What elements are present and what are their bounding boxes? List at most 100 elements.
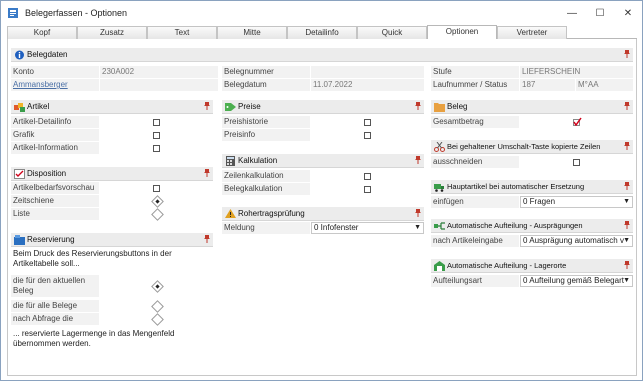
customer-name-value — [100, 79, 218, 91]
aufteilungsart-label: Aufteilungsart — [431, 275, 519, 287]
opt-alle-belege-radio[interactable] — [151, 300, 164, 313]
liste-radio[interactable] — [151, 208, 164, 221]
chevron-down-icon: ▼ — [623, 198, 630, 205]
preise-title: Preise — [238, 102, 261, 111]
belegdaten-title: Belegdaten — [27, 50, 68, 59]
reservierung-header: Reservierung — [11, 233, 213, 247]
tab-optionen[interactable]: Optionen — [427, 25, 497, 39]
pin-icon[interactable] — [204, 102, 210, 110]
pin-icon[interactable] — [624, 50, 630, 58]
truck-icon — [434, 183, 444, 192]
tab-mitte[interactable]: Mitte — [217, 26, 287, 39]
disposition-icon — [14, 168, 25, 179]
grafik-checkbox[interactable] — [153, 132, 160, 139]
gesamtbetrag-checkbox[interactable] — [573, 117, 582, 126]
preishistorie-checkbox[interactable] — [364, 119, 371, 126]
reservierung-title: Reservierung — [27, 235, 75, 244]
aufteilung-lagerorte-title: Automatische Aufteilung - Lagerorte — [447, 261, 567, 270]
opt-aktueller-beleg-label: die für den aktuellen Beleg — [11, 275, 99, 297]
belegdatum-label: Belegdatum — [222, 79, 310, 91]
liste-label: Liste — [11, 208, 99, 220]
belegkalkulation-checkbox[interactable] — [364, 186, 371, 193]
aufteilung-auspraegungen-title: Automatische Aufteilung - Ausprägungen — [447, 221, 583, 230]
tab-zusatz[interactable]: Zusatz — [77, 26, 147, 39]
hauptartikel-title: Hauptartikel bei automatischer Ersetzung — [447, 182, 585, 191]
meldung-label: Meldung — [222, 222, 310, 234]
warehouse-icon — [434, 260, 445, 271]
pin-icon[interactable] — [415, 102, 421, 110]
nach-artikeleingabe-select-value: 0 Ausprägung automatisch v — [523, 236, 624, 245]
grafik-label: Grafik — [11, 129, 99, 141]
pin-icon[interactable] — [415, 156, 421, 164]
umschalt-header: Bei gehaltener Umschalt-Taste kopierte Z… — [431, 140, 633, 154]
minimize-button[interactable]: — — [558, 1, 586, 25]
einfuegen-label: einfügen — [431, 196, 519, 208]
artikel-icon — [14, 102, 25, 112]
konto-label: Konto — [11, 66, 99, 78]
artikelbedarfsvorschau-checkbox[interactable] — [153, 185, 160, 192]
maximize-button[interactable]: ☐ — [586, 1, 614, 25]
stufe-value: LIEFERSCHEIN — [520, 66, 633, 78]
belegkalkulation-label: Belegkalkulation — [222, 183, 310, 195]
nach-artikeleingabe-label: nach Artikeleingabe — [431, 235, 519, 247]
meldung-select[interactable]: 0 Infofenster ▼ — [311, 222, 424, 234]
preishistorie-label: Preishistorie — [222, 116, 310, 128]
app-icon — [8, 8, 18, 18]
reservierung-icon — [14, 234, 25, 245]
close-button[interactable]: ✕ — [614, 1, 642, 25]
preisinfo-checkbox[interactable] — [364, 132, 371, 139]
reservierung-outro: ... reservierte Lagermenge in das Mengen… — [13, 329, 175, 348]
artikelbedarfsvorschau-label: Artikelbedarfsvorschau — [11, 182, 99, 194]
aufteilung-lagerorte-header: Automatische Aufteilung - Lagerorte — [431, 259, 633, 273]
tab-detailinfo[interactable]: Detailinfo — [287, 26, 357, 39]
nach-artikeleingabe-select[interactable]: 0 Ausprägung automatisch v ▼ — [520, 235, 633, 247]
reservierung-intro: Beim Druck des Reservierungsbuttons in d… — [13, 249, 172, 268]
tab-quick[interactable]: Quick — [357, 26, 427, 39]
pin-icon[interactable] — [415, 209, 421, 217]
title-bar: Belegerfassen - Optionen — ☐ ✕ — [1, 1, 642, 25]
pin-icon[interactable] — [624, 261, 630, 269]
einfuegen-select[interactable]: 0 Fragen ▼ — [520, 196, 633, 208]
laufnummer-label: Laufnummer / Status — [431, 79, 519, 91]
zeilenkalkulation-checkbox[interactable] — [364, 173, 371, 180]
beleg-title: Beleg — [447, 102, 468, 111]
info-icon — [15, 50, 24, 59]
price-tag-icon — [225, 102, 236, 111]
window-title: Belegerfassen - Optionen — [25, 8, 128, 18]
kalkulation-header: Kalkulation — [222, 154, 424, 168]
stufe-label: Stufe — [431, 66, 519, 78]
pin-icon[interactable] — [624, 182, 630, 190]
pin-icon[interactable] — [624, 102, 630, 110]
belegnummer-value — [311, 66, 424, 78]
scissors-icon — [434, 141, 445, 152]
hauptartikel-header: Hauptartikel bei automatischer Ersetzung — [431, 180, 633, 194]
umschalt-title: Bei gehaltener Umschalt-Taste kopierte Z… — [447, 142, 601, 151]
artikel-detailinfo-checkbox[interactable] — [153, 119, 160, 126]
status-value: M°AA — [576, 79, 633, 91]
aufteilungsart-select[interactable]: 0 Aufteilung gemäß Belegart ▼ — [520, 275, 633, 287]
pin-icon[interactable] — [624, 221, 630, 229]
pin-icon[interactable] — [624, 142, 630, 150]
zeitschiene-radio[interactable] — [151, 195, 164, 208]
tab-text[interactable]: Text — [147, 26, 217, 39]
tab-kopf[interactable]: Kopf — [7, 26, 77, 39]
preisinfo-label: Preisinfo — [222, 129, 310, 141]
pin-icon[interactable] — [204, 169, 210, 177]
chevron-down-icon: ▼ — [623, 277, 630, 284]
artikel-information-checkbox[interactable] — [153, 145, 160, 152]
customer-name-link[interactable]: Ammansberger — [11, 79, 99, 91]
opt-abfrage-radio[interactable] — [151, 313, 164, 326]
rohertrag-title: Rohertragsprüfung — [238, 209, 305, 218]
aufteilung-auspraegungen-header: Automatische Aufteilung - Ausprägungen — [431, 219, 633, 233]
opt-aktueller-beleg-radio[interactable] — [151, 280, 164, 293]
pin-icon[interactable] — [204, 235, 210, 243]
chevron-down-icon: ▼ — [414, 224, 421, 231]
konto-value: 230A002 — [100, 66, 218, 78]
artikel-title: Artikel — [27, 102, 50, 111]
ausschneiden-label: ausschneiden — [431, 156, 519, 168]
chevron-down-icon: ▼ — [623, 237, 630, 244]
rohertrag-header: Rohertragsprüfung — [222, 207, 424, 221]
tab-vertreter[interactable]: Vertreter — [497, 26, 567, 39]
ausschneiden-checkbox[interactable] — [573, 159, 580, 166]
artikel-header: Artikel — [11, 100, 213, 114]
